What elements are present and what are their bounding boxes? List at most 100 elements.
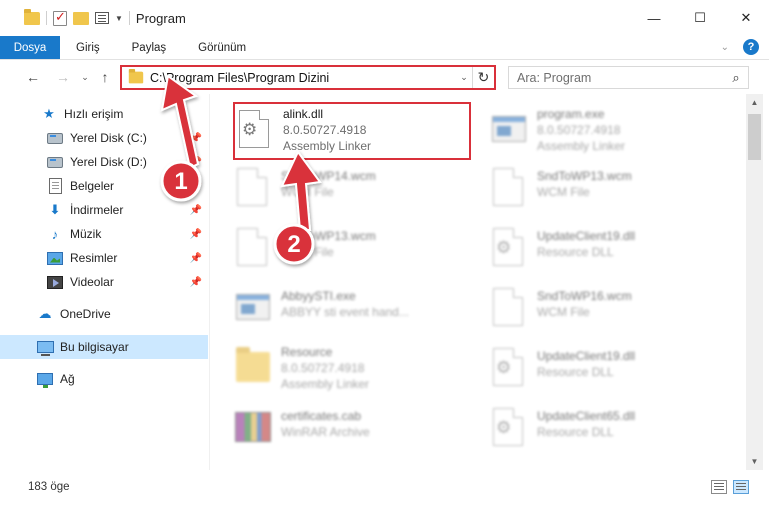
view-icon[interactable]	[95, 12, 109, 24]
close-button[interactable]: ✕	[723, 0, 769, 36]
sidebar-item-label: Müzik	[70, 227, 102, 241]
sidebar-item-music[interactable]: ♪ Müzik 📌	[0, 222, 208, 246]
pin-icon[interactable]: 📌	[190, 181, 202, 192]
sidebar-item-label: Resimler	[70, 251, 118, 265]
new-folder-icon[interactable]	[73, 11, 89, 25]
help-icon[interactable]: ?	[743, 39, 759, 55]
file-item-sndtowp14[interactable]: SndToWP14.wcm WCM File	[233, 162, 481, 214]
search-icon[interactable]: ⌕	[724, 70, 748, 86]
file-name: UpdateClient19.dll	[537, 349, 636, 363]
sidebar-item-onedrive[interactable]: ☁ OneDrive	[0, 302, 208, 326]
pin-icon[interactable]: 📌	[190, 229, 202, 240]
scrollbar-thumb[interactable]	[748, 114, 761, 160]
file-type: Resource DLL	[537, 245, 614, 259]
pin-icon[interactable]: 📌	[190, 277, 202, 288]
address-bar[interactable]: C:\Program Files\Program Dizini ⌄ ↻	[120, 65, 496, 90]
sidebar-item-quick-access[interactable]: ★ Hızlı erişim	[0, 102, 208, 126]
sidebar-item-label: Yerel Disk (C:)	[70, 131, 147, 145]
recent-locations-button[interactable]: ⌄	[78, 72, 92, 83]
properties-icon[interactable]	[53, 9, 67, 26]
file-description: Assembly Linker	[283, 139, 372, 153]
minimize-button[interactable]: —	[631, 0, 677, 36]
vertical-scrollbar[interactable]: ▲ ▼	[746, 94, 763, 470]
file-item-abbyysti[interactable]: AbbyySTI.exe ABBYY sti event hand...	[233, 282, 481, 334]
file-name: UpdateClient65.dll	[537, 409, 636, 423]
expand-ribbon-icon[interactable]: ⌄	[721, 42, 729, 53]
file-item-updateclient65[interactable]: ⚙ UpdateClient65.dll Resource DLL	[489, 402, 737, 454]
sidebar-item-local-disk-c[interactable]: Yerel Disk (C:) 📌	[0, 126, 208, 150]
file-name: AbbyySTI.exe	[281, 289, 356, 303]
sidebar-item-videos[interactable]: Videolar 📌	[0, 270, 208, 294]
file-item-sndtowp13-b[interactable]: SndToWP13.wcm WCM File	[233, 222, 481, 274]
forward-button[interactable]: →	[52, 69, 74, 85]
pin-icon[interactable]: 📌	[190, 253, 202, 264]
file-item-program-exe[interactable]: program.exe 8.0.50727.4918 Assembly Link…	[489, 104, 737, 156]
tab-home[interactable]: Giriş	[60, 36, 116, 59]
file-version: 8.0.50727.4918	[283, 123, 367, 137]
sidebar-item-pictures[interactable]: Resimler 📌	[0, 246, 208, 270]
pictures-icon	[47, 251, 63, 265]
disk-icon	[47, 156, 63, 168]
pin-icon[interactable]: 📌	[190, 157, 202, 168]
sidebar-item-label: Belgeler	[70, 179, 115, 193]
ribbon-tabs: Dosya Giriş Paylaş Görünüm ⌄ ?	[0, 36, 769, 60]
generic-file-icon	[489, 166, 529, 210]
address-path[interactable]: C:\Program Files\Program Dizini	[150, 71, 456, 85]
file-item-updateclient19-b[interactable]: ⚙ UpdateClient19.dll Resource DLL	[489, 342, 737, 394]
file-type: Resource DLL	[537, 365, 614, 379]
file-description: Assembly Linker	[537, 139, 626, 153]
pin-icon[interactable]: 📌	[190, 133, 202, 144]
computer-icon	[36, 341, 54, 356]
details-view-icon[interactable]	[711, 480, 727, 494]
tab-file[interactable]: Dosya	[0, 36, 60, 59]
address-dropdown-button[interactable]: ⌄	[456, 72, 472, 83]
tab-share[interactable]: Paylaş	[116, 36, 183, 59]
view-switcher	[711, 480, 749, 494]
sidebar-item-downloads[interactable]: ⬇ İndirmeler 📌	[0, 198, 208, 222]
exe-file-icon	[489, 108, 529, 152]
large-icons-view-icon[interactable]	[733, 480, 749, 494]
sidebar-item-label: Ağ	[60, 372, 75, 386]
generic-file-icon	[489, 286, 529, 330]
dll-file-icon: ⚙	[235, 108, 275, 152]
item-count: 183 öge	[28, 481, 70, 493]
network-icon	[37, 373, 53, 388]
file-name: SndToWP16.wcm	[537, 289, 632, 303]
file-type: Resource DLL	[537, 425, 614, 439]
status-bar: 183 öge	[0, 472, 769, 502]
up-button[interactable]: ↑	[94, 69, 116, 85]
refresh-button[interactable]: ↻	[472, 67, 494, 88]
file-name: program.exe	[537, 107, 605, 121]
scroll-down-icon[interactable]: ▼	[746, 453, 763, 470]
tab-view[interactable]: Görünüm	[182, 36, 262, 59]
disk-icon	[47, 132, 63, 144]
window-controls: — ☐ ✕	[631, 0, 769, 36]
videos-icon	[47, 275, 63, 289]
download-icon: ⬇	[49, 202, 61, 217]
file-type: WCM File	[281, 185, 334, 199]
file-name: SndToWP13.wcm	[537, 169, 632, 183]
file-type: WinRAR Archive	[281, 425, 370, 439]
exe-file-icon	[233, 286, 273, 330]
back-button[interactable]: ←	[22, 69, 44, 85]
sidebar-item-documents[interactable]: Belgeler 📌	[0, 174, 208, 198]
file-item-updateclient19[interactable]: ⚙ UpdateClient19.dll Resource DLL	[489, 222, 737, 274]
sidebar-item-label: Bu bilgisayar	[60, 340, 129, 354]
search-box[interactable]: ⌕	[508, 66, 749, 89]
pin-icon[interactable]: 📌	[190, 205, 202, 216]
file-type: WCM File	[537, 185, 590, 199]
file-item-alink-dll[interactable]: ⚙ alink.dll 8.0.50727.4918 Assembly Link…	[233, 102, 471, 160]
maximize-button[interactable]: ☐	[677, 0, 723, 36]
sidebar-item-this-pc[interactable]: Bu bilgisayar	[0, 335, 208, 359]
file-item-certificates-cab[interactable]: certificates.cab WinRAR Archive	[233, 402, 481, 454]
sidebar-item-local-disk-d[interactable]: Yerel Disk (D:) 📌	[0, 150, 208, 174]
navigation-pane: ★ Hızlı erişim Yerel Disk (C:) 📌 Yerel D…	[0, 94, 210, 470]
scroll-up-icon[interactable]: ▲	[746, 94, 763, 111]
file-item-resource[interactable]: Resource 8.0.50727.4918 Assembly Linker	[233, 342, 481, 394]
toolbar-separator	[128, 11, 130, 25]
file-item-sndtowp16[interactable]: SndToWP16.wcm WCM File	[489, 282, 737, 334]
customize-toolbar-dropdown[interactable]: ▼	[115, 14, 123, 23]
sidebar-item-network[interactable]: Ağ	[0, 367, 208, 391]
file-item-sndtowp13[interactable]: SndToWP13.wcm WCM File	[489, 162, 737, 214]
search-input[interactable]	[517, 70, 724, 85]
